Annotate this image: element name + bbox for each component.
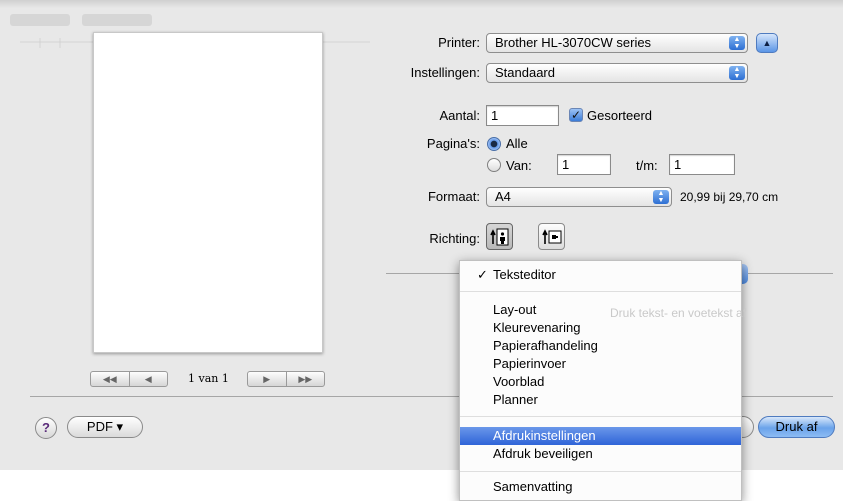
pages-to-field[interactable]: 1	[669, 154, 735, 175]
orientation-label: Richting:	[429, 231, 480, 246]
pages-from-field[interactable]: 1	[557, 154, 611, 175]
collated-checkbox[interactable]: ✓	[569, 108, 583, 122]
menu-item-samenvatting[interactable]: Samenvatting	[460, 478, 741, 496]
paper-dimensions: 20,99 bij 29,70 cm	[680, 190, 779, 204]
menu-separator	[460, 291, 741, 292]
paper-size-label: Formaat:	[427, 189, 480, 204]
page-indicator: 1 van 1	[188, 372, 229, 385]
paper-size-popup[interactable]: A4 ▲ ▼	[486, 187, 672, 207]
last-page-button[interactable]: ▶▶	[285, 372, 325, 386]
preview-nav-back[interactable]: ◀◀ ◀	[90, 371, 168, 387]
checkmark-icon: ✓	[477, 267, 488, 282]
menu-item-kleurevenaring[interactable]: Kleurevenaring	[460, 319, 741, 337]
menu-item-afdrukinstellingen[interactable]: Afdrukinstellingen	[460, 427, 741, 445]
pdf-menu-button[interactable]: PDF ▾	[67, 416, 143, 438]
printer-popup[interactable]: Brother HL-3070CW series ▲ ▼	[486, 33, 748, 53]
menu-item-planner[interactable]: Planner	[460, 391, 741, 409]
pages-range-radio[interactable]	[487, 158, 501, 172]
presets-popup[interactable]: Standaard ▲ ▼	[486, 63, 748, 83]
menu-item-lay-out[interactable]: Lay-out	[460, 301, 741, 319]
pages-to-label: t/m:	[636, 158, 658, 173]
previous-page-button[interactable]: ◀	[128, 372, 168, 386]
portrait-orientation-button[interactable]	[486, 223, 513, 250]
landscape-orientation-button[interactable]	[538, 223, 565, 250]
help-button[interactable]: ?	[35, 417, 57, 439]
menu-item-afdruk-beveiligen[interactable]: Afdruk beveiligen	[460, 445, 741, 463]
first-page-button[interactable]: ◀◀	[91, 372, 129, 386]
pages-all-label: Alle	[506, 136, 528, 151]
landscape-person-icon	[542, 229, 562, 244]
presets-value: Standaard	[495, 65, 555, 80]
settings-panel-menu: ✓ Teksteditor Lay-out Kleurevenaring Pap…	[459, 260, 746, 501]
menu-item-papierafhandeling[interactable]: Papierafhandeling	[460, 337, 741, 355]
portrait-person-icon	[490, 228, 509, 246]
menu-item-papierinvoer[interactable]: Papierinvoer	[460, 355, 741, 373]
presets-label: Instellingen:	[410, 65, 480, 80]
pages-all-radio[interactable]	[487, 137, 501, 151]
collated-label: Gesorteerd	[587, 108, 653, 123]
sheet-top-edge	[0, 0, 843, 8]
paper-size-value: A4	[495, 189, 511, 204]
menu-item-voorblad[interactable]: Voorblad	[460, 373, 741, 391]
collapse-disclosure-button[interactable]: ▲	[756, 33, 778, 53]
page-preview	[93, 32, 323, 353]
pages-from-label: Van:	[506, 158, 532, 173]
next-page-button[interactable]: ▶	[248, 372, 286, 386]
printer-label: Printer:	[438, 35, 480, 50]
popup-arrows-icon: ▲ ▼	[653, 190, 669, 204]
menu-separator	[460, 471, 741, 472]
section-divider-right	[744, 273, 833, 274]
menu-separator	[460, 416, 741, 417]
popup-arrows-icon: ▲ ▼	[729, 36, 745, 50]
copies-label: Aantal:	[439, 108, 480, 123]
copies-field[interactable]: 1	[486, 105, 559, 126]
section-divider-left	[386, 273, 461, 274]
menu-item-teksteditor[interactable]: ✓ Teksteditor	[460, 266, 741, 284]
print-button[interactable]: Druk af	[758, 416, 835, 438]
printer-value: Brother HL-3070CW series	[495, 35, 652, 50]
pages-label: Pagina's:	[426, 136, 480, 151]
preview-nav-forward[interactable]: ▶ ▶▶	[247, 371, 325, 387]
popup-arrows-icon: ▲ ▼	[729, 66, 745, 80]
